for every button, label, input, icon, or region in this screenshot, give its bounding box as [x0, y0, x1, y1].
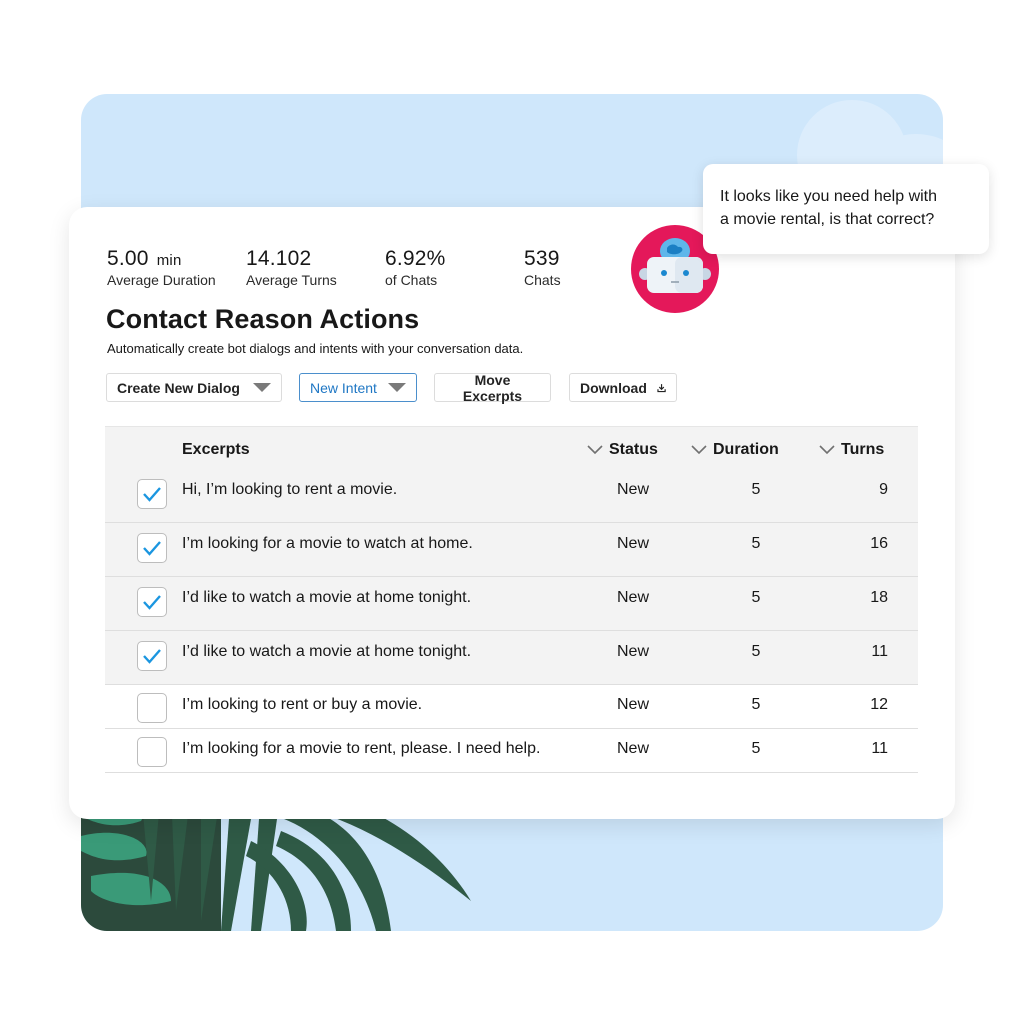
excerpt-cell: I’m looking for a movie to rent, please.…	[182, 740, 541, 757]
stat-value: 5.00	[107, 247, 149, 270]
excerpts-table: Excerpts Status Duration Turns Hi, I’m l…	[105, 426, 918, 773]
excerpt-cell: Hi, I’m looking to rent a movie.	[182, 481, 398, 498]
chevron-down-icon	[691, 445, 707, 455]
duration-cell: 5	[751, 481, 761, 498]
table-row[interactable]: I’d like to watch a movie at home tonigh…	[105, 631, 918, 685]
caret-down-icon	[388, 383, 406, 392]
stat-average-turns: 14.102 Average Turns	[246, 247, 385, 288]
stat-value: 14.102	[246, 247, 312, 270]
column-header-status[interactable]: Status	[587, 441, 658, 459]
row-checkbox[interactable]	[137, 737, 167, 767]
column-label: Excerpts	[182, 441, 250, 458]
download-button[interactable]: Download	[569, 373, 677, 402]
duration-cell: 5	[751, 589, 761, 606]
excerpt-cell: I’m looking to rent or buy a movie.	[182, 696, 423, 713]
column-header-excerpts[interactable]: Excerpts	[182, 441, 250, 459]
checkmark-icon	[143, 649, 161, 664]
create-new-dialog-button[interactable]: Create New Dialog	[106, 373, 282, 402]
turns-cell: 12	[870, 696, 888, 713]
turns-cell: 9	[879, 481, 888, 498]
contact-reason-card: 5.00 min Average Duration 14.102 Average…	[69, 207, 955, 819]
table-header: Excerpts Status Duration Turns	[105, 426, 918, 470]
download-icon	[657, 383, 666, 392]
page-subtitle: Automatically create bot dialogs and int…	[107, 341, 524, 356]
button-label: Create New Dialog	[117, 379, 240, 396]
turns-cell: 16	[870, 535, 888, 552]
checkmark-icon	[143, 487, 161, 502]
duration-cell: 5	[751, 696, 761, 713]
row-checkbox[interactable]	[137, 693, 167, 723]
stat-unit: min	[156, 252, 182, 269]
chevron-down-icon	[587, 445, 603, 455]
checkmark-icon	[143, 595, 161, 610]
action-toolbar: Create New Dialog New Intent Move Excerp…	[106, 371, 677, 404]
table-row[interactable]: I’m looking to rent or buy a movie. New …	[105, 685, 918, 729]
bot-message-line: It looks like you need help with	[720, 188, 938, 205]
duration-cell: 5	[751, 535, 761, 552]
turns-cell: 11	[871, 740, 888, 757]
bot-message-bubble: It looks like you need help with a movie…	[703, 164, 989, 254]
move-excerpts-button[interactable]: Move Excerpts	[434, 371, 551, 404]
excerpt-cell: I’d like to watch a movie at home tonigh…	[182, 589, 472, 606]
column-label: Duration	[713, 441, 779, 458]
status-cell: New	[617, 696, 650, 713]
row-checkbox[interactable]	[137, 479, 167, 509]
new-intent-button[interactable]: New Intent	[299, 373, 417, 402]
column-header-duration[interactable]: Duration	[691, 441, 779, 459]
caret-down-icon	[253, 383, 271, 392]
status-cell: New	[617, 481, 650, 498]
chevron-down-icon	[819, 445, 835, 455]
button-label: New Intent	[310, 379, 377, 396]
table-row[interactable]: I’m looking for a movie to watch at home…	[105, 523, 918, 577]
stat-average-duration: 5.00 min Average Duration	[107, 247, 246, 288]
turns-cell: 11	[871, 643, 888, 660]
status-cell: New	[617, 740, 650, 757]
status-cell: New	[617, 643, 650, 660]
table-row[interactable]: I’m looking for a movie to rent, please.…	[105, 729, 918, 773]
status-cell: New	[617, 589, 650, 606]
stat-percent-chats: 6.92% of Chats	[385, 247, 524, 288]
stat-label: Average Duration	[107, 272, 216, 288]
table-row[interactable]: I’d like to watch a movie at home tonigh…	[105, 577, 918, 631]
stats-row: 5.00 min Average Duration 14.102 Average…	[107, 247, 663, 288]
status-cell: New	[617, 535, 650, 552]
column-header-turns[interactable]: Turns	[819, 441, 884, 459]
turns-cell: 18	[870, 589, 888, 606]
stat-label: Average Turns	[246, 272, 337, 288]
checkmark-icon	[143, 541, 161, 556]
table-row[interactable]: Hi, I’m looking to rent a movie. New 5 9	[105, 469, 918, 523]
bot-message-line: a movie rental, is that correct?	[720, 211, 935, 228]
duration-cell: 5	[751, 643, 761, 660]
button-label: Download	[580, 379, 647, 396]
stat-value: 6.92%	[385, 247, 446, 270]
button-label: Move Excerpts	[462, 371, 523, 404]
table-body: Hi, I’m looking to rent a movie. New 5 9…	[105, 469, 918, 773]
row-checkbox[interactable]	[137, 641, 167, 671]
duration-cell: 5	[751, 740, 761, 757]
stat-label: of Chats	[385, 272, 438, 288]
excerpt-cell: I’m looking for a movie to watch at home…	[182, 535, 473, 552]
row-checkbox[interactable]	[137, 533, 167, 563]
column-label: Status	[609, 441, 658, 458]
column-label: Turns	[841, 441, 885, 458]
row-checkbox[interactable]	[137, 587, 167, 617]
excerpt-cell: I’d like to watch a movie at home tonigh…	[182, 643, 472, 660]
page-title: Contact Reason Actions	[106, 304, 420, 334]
